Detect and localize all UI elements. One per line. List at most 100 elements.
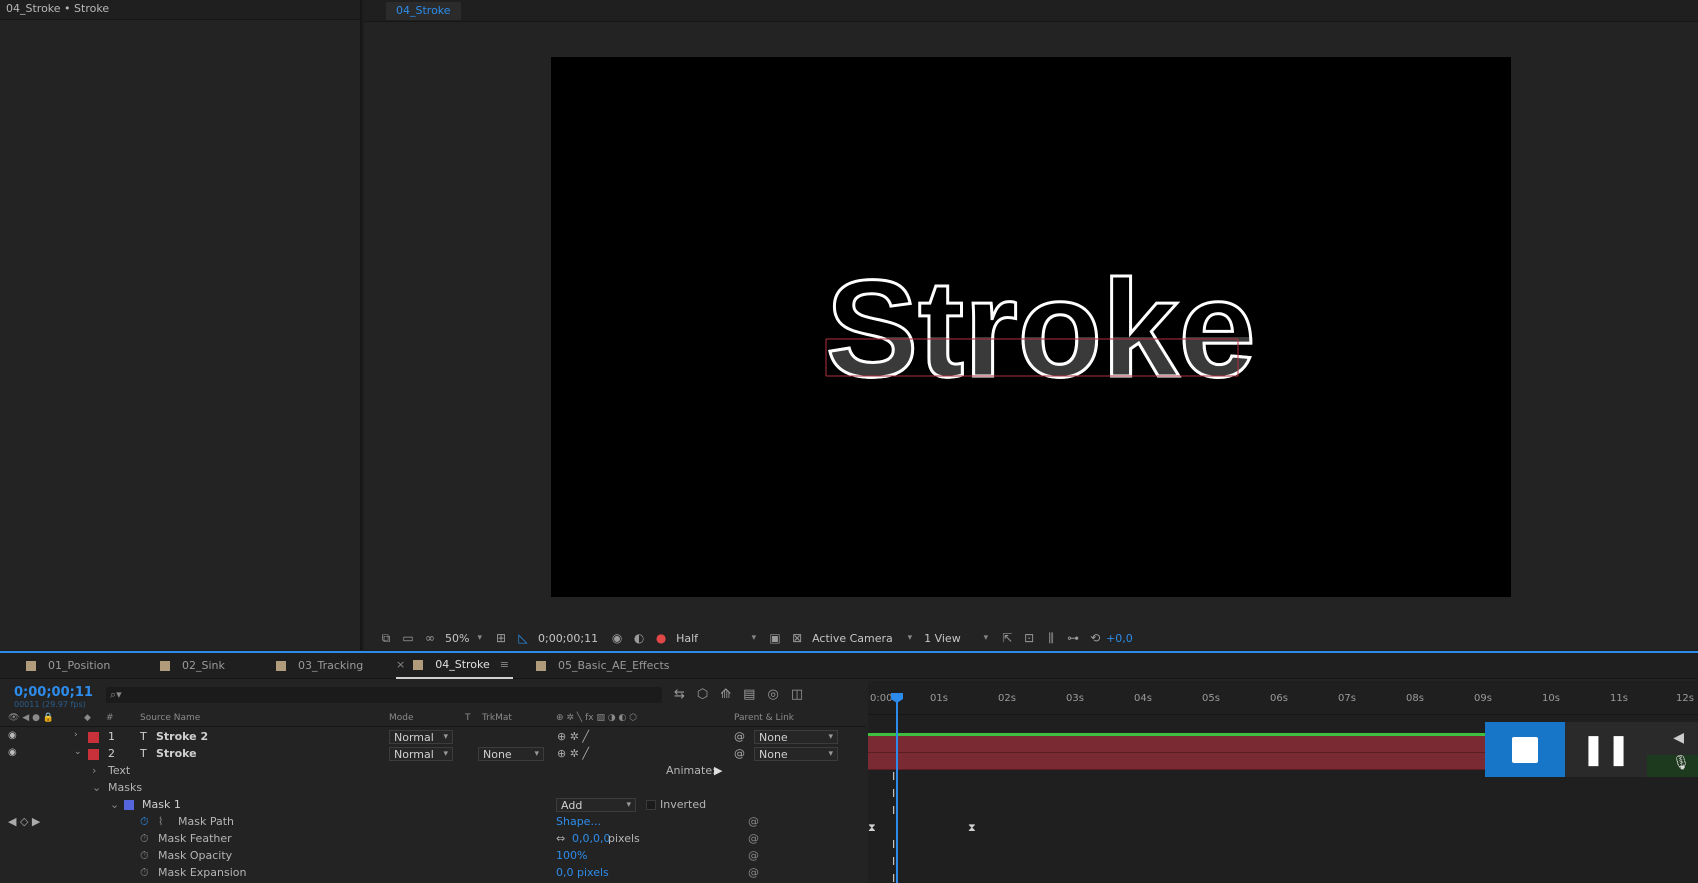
reset-exposure-icon[interactable]: ⟲ [1087,631,1103,645]
tab-01-position[interactable]: 01_Position [26,653,110,679]
comp-tab-04-stroke[interactable]: 04_Stroke [386,2,461,20]
pickwhip-icon[interactable]: @ [734,747,745,760]
stopwatch-icon[interactable]: ⏱ [140,866,149,879]
prop-mask-path[interactable]: ◀ ◇ ▶ ⏱ ⌇ Mask Path Shape... @ [0,814,866,831]
stopwatch-icon[interactable]: ⏱ [140,832,149,846]
prop-masks[interactable]: ⌄ Masks [0,780,866,797]
tab-label: 03_Tracking [298,659,364,672]
stopwatch-icon[interactable]: ⏱ [140,849,149,863]
layer-row-1[interactable]: ◉ › 1 T Stroke 2 Normal ▾ ⊕ ✲ ╱ @ None ▾ [0,729,866,746]
camera-dropdown[interactable]: Active Camera ▾ [812,632,912,645]
close-icon[interactable]: × [396,652,405,678]
chevron-right-icon[interactable]: › [92,764,96,777]
frame-blending-icon[interactable]: ▤ [743,687,755,702]
color-channels-icon[interactable]: ● [653,631,669,645]
tab-menu-icon[interactable]: ≡ [500,652,509,678]
graph-icon[interactable]: ⌇ [158,815,163,828]
layer-mode-value: Normal [394,730,434,744]
prop-mask-1[interactable]: ⌄ Mask 1 Add ▾ Inverted [0,797,866,814]
prop-mask-opacity[interactable]: ⏱ Mask Opacity 100% @ [0,848,866,865]
composition-canvas[interactable]: Stroke Stroke [551,57,1511,597]
tab-02-sink[interactable]: 02_Sink [160,653,225,679]
snapshot-camera-icon[interactable]: ◉ [609,631,625,645]
views-dropdown[interactable]: 1 View ▾ [924,632,988,645]
pickwhip-icon[interactable]: @ [748,866,759,879]
pickwhip-icon[interactable]: @ [748,815,759,828]
layer-name[interactable]: Stroke 2 [156,730,208,743]
layer-switches[interactable]: ⊕ ✲ ╱ [557,730,589,743]
parent-dropdown[interactable]: None ▾ [754,747,838,761]
pause-recording-button[interactable]: ❚❚ [1565,722,1647,777]
col-source-name[interactable]: Source Name [140,713,200,723]
prop-mask-feather[interactable]: ⏱ Mask Feather ⇔ 0,0,0,0 pixels @ [0,831,866,848]
eye-icon[interactable]: ◉ [8,747,17,758]
timeline-toggle-icon[interactable]: ⫼ [1043,631,1059,645]
pickwhip-icon[interactable]: @ [734,730,745,743]
layer-mode-dropdown[interactable]: Normal ▾ [389,747,453,761]
show-snapshot-icon[interactable]: ◐ [631,631,647,645]
monitor-icon[interactable]: ▭ [400,631,416,645]
stop-recording-button[interactable] [1485,722,1565,777]
layer-mode-dropdown[interactable]: Normal ▾ [389,730,453,744]
eye-icon[interactable]: ◉ [8,730,17,741]
mask-name[interactable]: Mask 1 [142,798,181,811]
layer-switches[interactable]: ⊕ ✲ ╱ [557,747,589,760]
playhead[interactable] [896,699,898,883]
link-icon[interactable]: ⇔ [556,832,565,845]
tab-04-stroke[interactable]: × 04_Stroke ≡ [396,653,513,679]
always-preview-icon[interactable]: ⧉ [378,631,394,645]
zoom-dropdown[interactable]: 50% ▾ [445,632,482,645]
prop-mask-expansion[interactable]: ⏱ Mask Expansion 0,0 pixels @ [0,865,866,879]
fit-frame-icon[interactable]: ⊞ [493,631,509,645]
mask-expansion-value[interactable]: 0,0 pixels [556,866,609,879]
pickwhip-icon[interactable]: @ [748,849,759,862]
composition-mini-flowchart-icon[interactable]: ⇆ [674,687,685,702]
timeline-search-input[interactable]: ⌕▾ [106,687,662,703]
transparency-grid-icon[interactable]: ⊠ [789,631,805,645]
keyframe-icon[interactable]: ⧗ [868,821,876,835]
keyframe-nav-icons[interactable]: ◀ ◇ ▶ [8,815,40,828]
chevron-down-icon[interactable]: ⌄ [110,798,119,811]
vr-goggles-icon[interactable]: ∞ [422,631,438,645]
parent-dropdown[interactable]: None ▾ [754,730,838,744]
chevron-right-icon[interactable]: › [74,730,78,740]
viewer-timecode[interactable]: 0;00;00;11 [538,632,598,645]
chevron-down-icon[interactable]: ⌄ [74,747,82,757]
layer-label-swatch[interactable] [88,749,99,763]
stopwatch-icon[interactable]: ⏱ [140,815,149,829]
mask-visibility-icon[interactable]: ◺ [515,631,531,645]
draft-3d-icon[interactable]: ⬡ [697,687,708,702]
time-ruler[interactable]: 0:00s 01s 02s 03s 04s 05s 06s 07s 08s 09… [868,691,1698,715]
viewer-timecode-text: 0;00;00;11 [537,631,599,645]
keyframe-icon[interactable]: ⧗ [968,821,976,835]
pickwhip-icon[interactable]: @ [748,832,759,845]
animate-menu-icon[interactable]: ▶ [714,764,722,777]
chevron-down-icon[interactable]: ⌄ [92,781,101,794]
prop-text[interactable]: › Text Animate: ▶ [0,763,866,780]
microphone-icon[interactable]: 🎙 [1647,755,1698,777]
mask-color-swatch[interactable] [124,800,134,810]
shy-layers-icon[interactable]: ⟰ [720,687,731,702]
fast-previews-icon[interactable]: ⊡ [1021,631,1037,645]
mask-feather-value[interactable]: 0,0,0,0 [572,832,610,845]
resolution-dropdown[interactable]: Half ▾ [676,632,756,645]
timeline-graph[interactable]: 0:00s 01s 02s 03s 04s 05s 06s 07s 08s 09… [868,681,1698,883]
mask-mode-dropdown[interactable]: Add ▾ [556,798,636,812]
layer-label-swatch[interactable] [88,732,99,746]
speaker-icon[interactable]: ◀ [1673,730,1684,746]
flowchart-icon[interactable]: ⊶ [1065,631,1081,645]
timeline-timecode[interactable]: 0;00;00;11 [14,685,93,700]
region-of-interest-icon[interactable]: ▣ [767,631,783,645]
tab-03-tracking[interactable]: 03_Tracking [276,653,363,679]
graph-editor-icon[interactable]: ◫ [791,687,803,702]
motion-blur-icon[interactable]: ◎ [767,687,778,702]
toggle-pixel-aspect-icon[interactable]: ⇱ [999,631,1015,645]
mask-opacity-value[interactable]: 100% [556,849,587,862]
layer-row-2[interactable]: ◉ ⌄ 2 T Stroke Normal ▾ None ▾ ⊕ ✲ ╱ @ Non… [0,746,866,763]
layer-name[interactable]: Stroke [156,747,197,760]
tab-05-basic-ae-effects[interactable]: 05_Basic_AE_Effects [536,653,669,679]
inverted-checkbox[interactable] [646,800,656,810]
exposure-value[interactable]: +0,0 [1106,632,1133,645]
trkmat-dropdown[interactable]: None ▾ [478,747,544,761]
mask-path-value[interactable]: Shape... [556,815,601,828]
